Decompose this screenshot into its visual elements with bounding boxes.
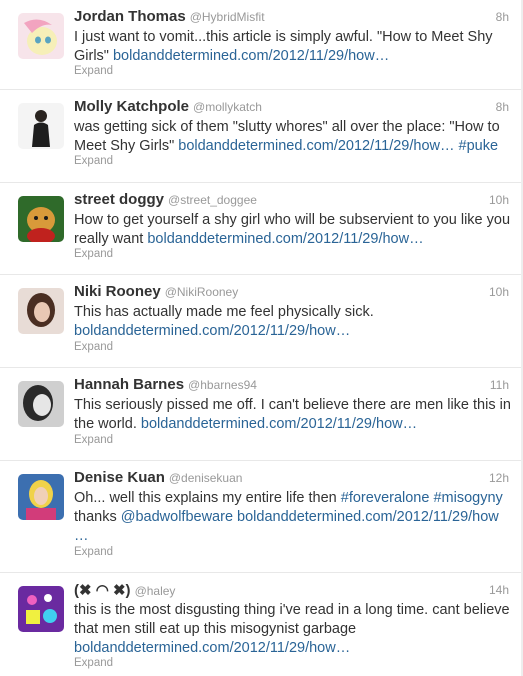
pony-avatar-icon[interactable]	[18, 13, 64, 59]
author-name[interactable]: Molly Katchpole	[74, 98, 189, 115]
author-handle[interactable]: @hbarnes94	[188, 378, 257, 392]
tweet-text: How to get yourself a shy girl who will …	[74, 212, 511, 247]
author-handle[interactable]: @mollykatch	[193, 100, 262, 114]
expand-link[interactable]: Expand	[74, 248, 113, 260]
author-handle[interactable]: @denisekuan	[169, 471, 243, 485]
tweet-text: was getting sick of them "slutty whores"…	[74, 119, 500, 154]
timestamp[interactable]: 11h	[490, 378, 509, 392]
tweet-feed: Jordan Thomas @HybridMisfit 8h I just wan…	[0, 0, 523, 676]
expand-link[interactable]: Expand	[74, 434, 113, 446]
cartoon-avatar-icon[interactable]	[18, 586, 64, 632]
person-avatar-icon[interactable]	[18, 103, 64, 149]
tweet-item[interactable]: Jordan Thomas @HybridMisfit 8h I just wan…	[0, 0, 521, 90]
mention-link[interactable]: @badwolfbeware	[121, 509, 233, 525]
hashtag-link[interactable]: #puke	[455, 138, 499, 154]
expand-link[interactable]: Expand	[74, 155, 113, 167]
timestamp[interactable]: 10h	[489, 285, 509, 299]
author-name[interactable]: Denise Kuan	[74, 469, 165, 486]
author-name[interactable]: street doggy	[74, 191, 164, 208]
tweet-link[interactable]: …	[74, 528, 89, 544]
tweet-item[interactable]: Molly Katchpole @mollykatch 8h was gettin…	[0, 90, 521, 183]
tweet-item[interactable]: street doggy @street_doggee 10h How to ge…	[0, 183, 521, 275]
person-avatar-icon[interactable]	[18, 474, 64, 520]
tweet-link[interactable]: boldanddetermined.com/2012/11/29/how…	[147, 231, 423, 247]
tweet-item[interactable]: Denise Kuan @denisekuan 12h Oh... well th…	[0, 461, 521, 573]
author-handle[interactable]: @HybridMisfit	[190, 10, 265, 24]
author-name[interactable]: Niki Rooney	[74, 283, 161, 300]
tweet-text: this is the most disgusting thing i've r…	[74, 602, 510, 656]
tweet-item[interactable]: Niki Rooney @NikiRooney 10h This has actu…	[0, 275, 521, 368]
tweet-text: Oh... well this explains my entire life …	[74, 490, 503, 544]
tweet-link[interactable]: boldanddetermined.com/2012/11/29/how…	[74, 640, 350, 656]
tweet-link[interactable]: boldanddetermined.com/2012/11/29/how…	[178, 138, 454, 154]
expand-link[interactable]: Expand	[74, 657, 113, 669]
tweet-link[interactable]: boldanddetermined.com/2012/11/29/how	[233, 509, 499, 525]
hashtag-link[interactable]: #misogyny	[429, 490, 502, 506]
expand-link[interactable]: Expand	[74, 65, 113, 77]
tweet-text: I just want to vomit...this article is s…	[74, 29, 493, 64]
tweet-header: street doggy @street_doggee 10h	[74, 191, 509, 211]
expand-link[interactable]: Expand	[74, 546, 113, 558]
author-name[interactable]: (✖ ◠ ✖)	[74, 582, 131, 599]
timestamp[interactable]: 14h	[489, 583, 509, 597]
tweet-header: Denise Kuan @denisekuan 12h	[74, 469, 509, 489]
person-avatar-icon[interactable]	[18, 288, 64, 334]
tweet-link[interactable]: boldanddetermined.com/2012/11/29/how…	[74, 323, 350, 339]
expand-link[interactable]: Expand	[74, 341, 113, 353]
timestamp[interactable]: 8h	[496, 10, 509, 24]
author-name[interactable]: Jordan Thomas	[74, 8, 186, 25]
tweet-item[interactable]: Hannah Barnes @hbarnes94 11h This serious…	[0, 368, 521, 461]
tweet-header: Jordan Thomas @HybridMisfit 8h	[74, 8, 509, 28]
tweet-header: Hannah Barnes @hbarnes94 11h	[74, 376, 509, 396]
author-handle[interactable]: @haley	[135, 584, 176, 598]
tweet-text: This seriously pissed me off. I can't be…	[74, 397, 511, 432]
tweet-text: This has actually made me feel physicall…	[74, 304, 374, 339]
author-handle[interactable]: @NikiRooney	[165, 285, 239, 299]
timestamp[interactable]: 12h	[489, 471, 509, 485]
tweet-link[interactable]: boldanddetermined.com/2012/11/29/how…	[113, 48, 389, 64]
author-handle[interactable]: @street_doggee	[168, 193, 257, 207]
tweet-link[interactable]: boldanddetermined.com/2012/11/29/how…	[141, 416, 417, 432]
tweet-item[interactable]: (✖ ◠ ✖) @haley 14h this is the most disgu…	[0, 573, 521, 676]
person-avatar-icon[interactable]	[18, 381, 64, 427]
author-name[interactable]: Hannah Barnes	[74, 376, 184, 393]
tweet-header: Niki Rooney @NikiRooney 10h	[74, 283, 509, 303]
tweet-header: Molly Katchpole @mollykatch 8h	[74, 98, 509, 118]
timestamp[interactable]: 10h	[489, 193, 509, 207]
dog-avatar-icon[interactable]	[18, 196, 64, 242]
hashtag-link[interactable]: #foreveralone	[341, 490, 430, 506]
tweet-header: (✖ ◠ ✖) @haley 14h	[74, 581, 509, 601]
timestamp[interactable]: 8h	[496, 100, 509, 114]
